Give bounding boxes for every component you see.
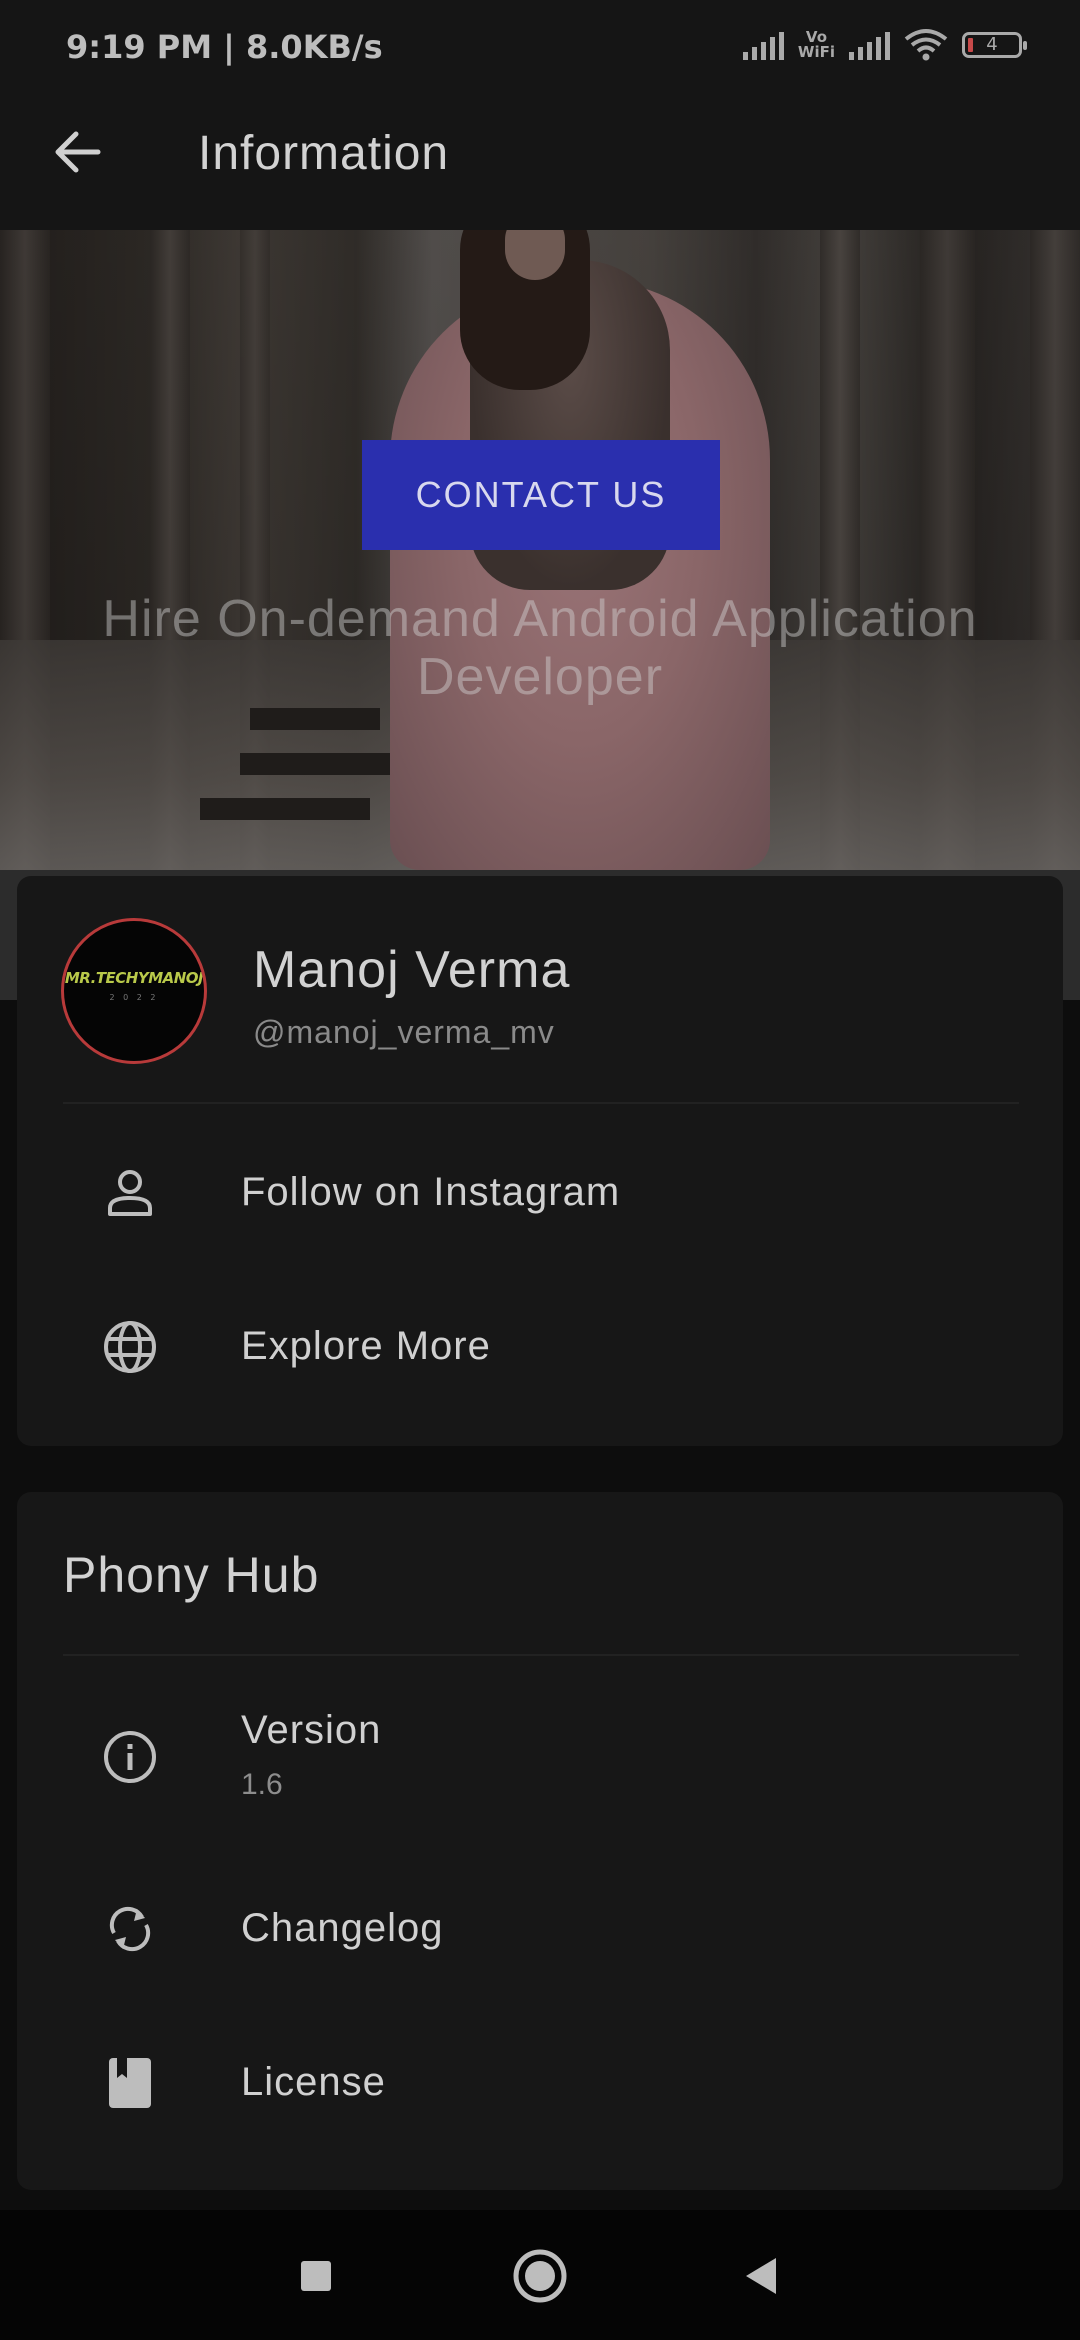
divider — [63, 1102, 1019, 1104]
system-nav-bar — [0, 2210, 1080, 2340]
divider — [63, 1654, 1019, 1656]
battery-icon: 4 — [962, 32, 1027, 58]
avatar-logo-subtext: 2 0 2 2 — [109, 993, 159, 1002]
signal-icon — [849, 30, 890, 60]
globe-icon — [104, 1321, 156, 1373]
explore-more-label: Explore More — [241, 1324, 491, 1368]
status-bar: 9:19 PM | 8.0KB/s Vo WiFi 4 — [0, 0, 1080, 96]
battery-level: 4 — [986, 34, 998, 55]
person-icon — [108, 1170, 152, 1216]
explore-more-item[interactable]: Explore More — [17, 1282, 1063, 1412]
app-info-card: Phony Hub Version 1.6 Changelog License — [17, 1492, 1063, 2190]
license-item[interactable]: License — [17, 2018, 1063, 2148]
book-icon — [109, 2058, 151, 2108]
follow-instagram-item[interactable]: Follow on Instagram — [17, 1128, 1063, 1258]
status-time: 9:19 PM | 8.0KB/s — [66, 28, 383, 66]
back-triangle-icon[interactable] — [732, 2246, 792, 2306]
app-bar: Information — [0, 96, 1080, 230]
vowifi-icon: Vo WiFi — [797, 28, 835, 61]
contact-us-button[interactable]: CONTACT US — [362, 440, 720, 550]
sync-icon — [109, 1906, 151, 1952]
developer-name: Manoj Verma — [253, 941, 571, 999]
status-icons: Vo WiFi 4 — [742, 28, 1027, 62]
version-item[interactable]: Version 1.6 — [17, 1682, 1063, 1832]
info-icon — [104, 1731, 156, 1783]
changelog-label: Changelog — [241, 1906, 444, 1950]
developer-handle: @manoj_verma_mv — [253, 1014, 555, 1050]
arrow-back-icon[interactable] — [48, 122, 108, 182]
page-title: Information — [198, 127, 450, 180]
hero-tagline: Hire On-demand Android Application Devel… — [102, 590, 978, 706]
license-label: License — [241, 2060, 386, 2104]
changelog-item[interactable]: Changelog — [17, 1864, 1063, 1994]
version-value: 1.6 — [241, 1768, 283, 1801]
recents-icon[interactable] — [286, 2246, 346, 2306]
app-name-title: Phony Hub — [63, 1547, 320, 1603]
version-label: Version — [241, 1708, 382, 1752]
home-icon[interactable] — [510, 2246, 570, 2306]
developer-card: MR.TECHYMANOJ 2 0 2 2 Manoj Verma @manoj… — [17, 876, 1063, 1446]
signal-icon — [742, 30, 784, 60]
wifi-icon — [904, 29, 948, 61]
avatar-logo-text: MR.TECHYMANOJ — [64, 969, 204, 987]
follow-instagram-label: Follow on Instagram — [241, 1170, 621, 1214]
avatar: MR.TECHYMANOJ 2 0 2 2 — [61, 918, 207, 1064]
